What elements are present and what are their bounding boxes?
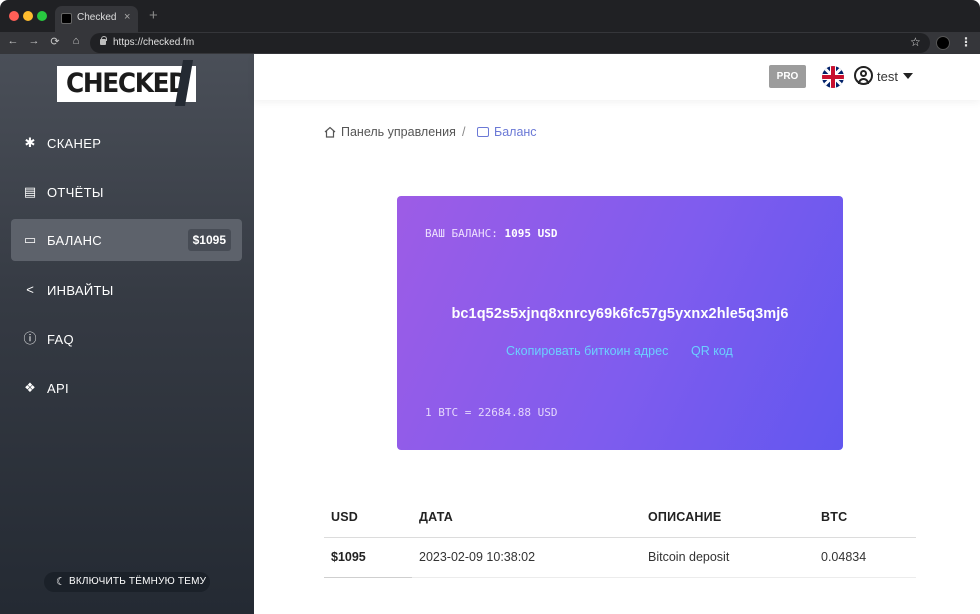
share-icon: < <box>26 282 34 297</box>
sidebar-item-label: ОТЧЁТЫ <box>47 185 104 200</box>
sidebar-item-label: СКАНЕР <box>47 136 102 151</box>
sidebar: CHECKED ✱ СКАНЕР ▤ ОТЧЁТЫ ▭ БАЛАНС $1095… <box>0 54 254 614</box>
table-cell-usd: $1095 <box>331 550 366 564</box>
address-bar[interactable]: https://checked.fm ☆ <box>90 33 930 53</box>
wallet-icon: ▭ <box>23 232 37 247</box>
bitcoin-address: bc1q52s5xjnq8xnrcy69k6fc57g5yxnx2hle5q3m… <box>451 306 789 322</box>
table-header-description: ОПИСАНИЕ <box>648 510 722 524</box>
home-icon <box>324 126 336 138</box>
bookmark-star-icon[interactable]: ☆ <box>910 35 921 49</box>
balance-card: ВАШ БАЛАНС: 1095 USD bc1q52s5xjnq8xnrcy6… <box>397 196 843 450</box>
sidebar-item-label: ИНВАЙТЫ <box>47 283 114 298</box>
balance-line: ВАШ БАЛАНС: 1095 USD <box>425 227 557 240</box>
sidebar-item-label: API <box>47 381 69 396</box>
lock-icon <box>100 36 107 45</box>
home-icon[interactable]: ⌂ <box>69 35 83 47</box>
exchange-rate: 1 BTC = 22684.88 USD <box>425 406 558 419</box>
pro-badge[interactable]: PRO <box>769 65 806 88</box>
breadcrumb-separator: / <box>462 125 466 139</box>
balance-badge: $1095 <box>187 229 231 251</box>
table-header-btc: BTC <box>821 510 848 524</box>
sidebar-item-faq[interactable]: ⓘ FAQ <box>11 318 242 360</box>
balance-label: ВАШ БАЛАНС: <box>425 227 498 240</box>
top-header: PRO test <box>254 54 980 100</box>
logo[interactable]: CHECKED <box>57 60 196 106</box>
copy-address-link[interactable]: Скопировать биткоин адрес <box>506 344 668 358</box>
tab-close-icon[interactable]: × <box>124 11 130 23</box>
table-divider <box>324 577 412 578</box>
browser-titlebar: Checked × + <box>0 0 980 32</box>
moon-icon: ☾ <box>56 576 66 588</box>
table-header-usd: USD <box>331 510 358 524</box>
favicon-icon <box>61 13 72 24</box>
table-cell-date: 2023-02-09 10:38:02 <box>419 550 536 564</box>
user-icon[interactable] <box>854 66 873 85</box>
maximize-window-button[interactable] <box>37 11 47 21</box>
table-divider <box>324 537 916 538</box>
browser-menu-icon[interactable]: ⋮ <box>960 35 972 49</box>
breadcrumb-home-link[interactable]: Панель управления <box>341 125 456 139</box>
sidebar-item-invites[interactable]: < ИНВАЙТЫ <box>11 269 242 311</box>
sidebar-item-api[interactable]: ❖ API <box>11 367 242 409</box>
sidebar-item-label: БАЛАНС <box>47 233 102 248</box>
table-header-date: ДАТА <box>419 510 453 524</box>
uk-flag-icon[interactable] <box>822 66 844 88</box>
forward-icon[interactable]: → <box>27 35 41 47</box>
breadcrumb-current[interactable]: Баланс <box>494 125 537 139</box>
tab-title: Checked <box>77 12 117 23</box>
sidebar-item-scanner[interactable]: ✱ СКАНЕР <box>11 122 242 164</box>
browser-navbar: ← → ⟳ ⌂ https://checked.fm ☆ <box>0 32 980 54</box>
reload-icon[interactable]: ⟳ <box>48 35 62 48</box>
back-icon[interactable]: ← <box>6 35 20 47</box>
bug-icon: ✱ <box>24 135 36 150</box>
close-window-button[interactable] <box>9 11 19 21</box>
username[interactable]: test <box>877 69 898 84</box>
url-text: https://checked.fm <box>113 37 195 48</box>
browser-profile-avatar[interactable] <box>936 36 950 50</box>
sidebar-item-balance[interactable]: ▭ БАЛАНС $1095 <box>11 219 242 261</box>
info-icon: ⓘ <box>23 331 37 346</box>
browser-tab[interactable]: Checked × <box>55 6 138 32</box>
dark-theme-label: ВКЛЮЧИТЬ ТЁМНУЮ ТЕМУ <box>69 576 207 587</box>
table-divider <box>324 577 916 578</box>
reports-icon: ▤ <box>23 184 37 199</box>
wallet-icon <box>477 127 489 137</box>
minimize-window-button[interactable] <box>23 11 33 21</box>
table-cell-btc: 0.04834 <box>821 550 867 564</box>
balance-value: 1095 USD <box>504 227 558 240</box>
qr-code-link[interactable]: QR код <box>691 344 733 358</box>
table-cell-description: Bitcoin deposit <box>648 550 730 564</box>
sidebar-item-label: FAQ <box>47 332 74 347</box>
logo-text: CHECKED <box>66 68 189 99</box>
dark-theme-toggle[interactable]: ☾ ВКЛЮЧИТЬ ТЁМНУЮ ТЕМУ <box>44 572 210 592</box>
caret-down-icon[interactable] <box>903 73 913 79</box>
new-tab-button[interactable]: + <box>149 7 158 24</box>
cubes-icon: ❖ <box>24 380 36 395</box>
sidebar-item-reports[interactable]: ▤ ОТЧЁТЫ <box>11 171 242 213</box>
